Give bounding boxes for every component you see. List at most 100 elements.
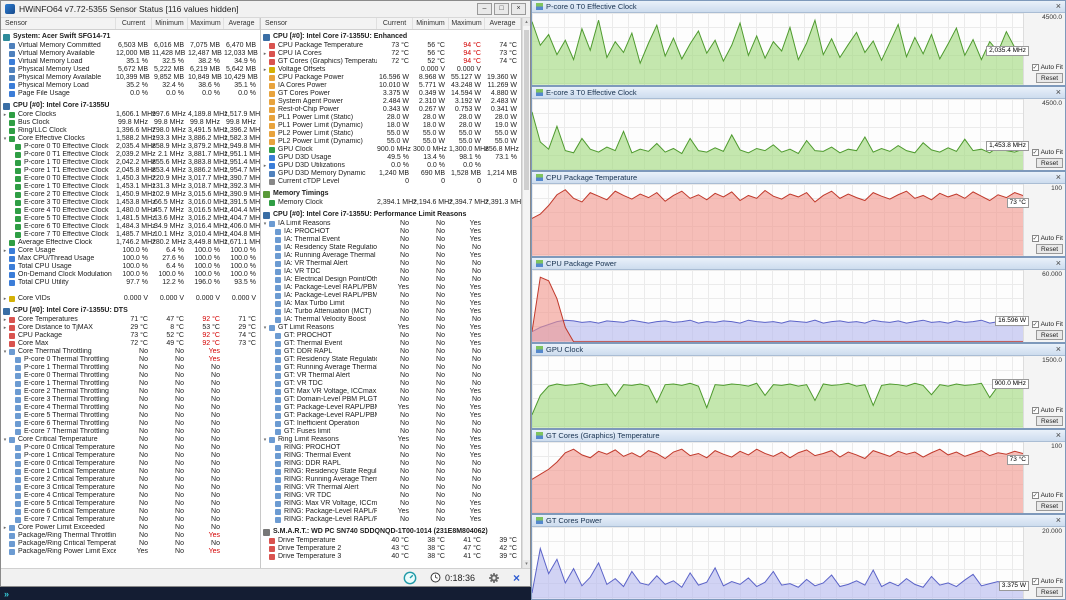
sensor-row[interactable]: E-core 3 Thermal Throttling No No No bbox=[1, 396, 260, 404]
sensor-row[interactable]: GT: Package-Level RAPL/PBM PL2 No No Yes bbox=[261, 412, 521, 420]
sensor-section-header[interactable]: S.M.A.R.T.: WD PC SN740 SDDQNQD-1T00-101… bbox=[261, 527, 521, 537]
sensor-row[interactable]: RING: Thermal Event No No Yes bbox=[261, 452, 521, 460]
sensor-row[interactable]: RING: VR Thermal Alert No No No bbox=[261, 484, 521, 492]
scroll-up-arrow[interactable]: ▴ bbox=[523, 18, 530, 26]
graph-titlebar[interactable]: P-core 0 T0 Effective Clock × bbox=[532, 1, 1065, 13]
settings-gear-icon[interactable] bbox=[488, 572, 500, 584]
autofit-control[interactable]: ✓ Auto Fit bbox=[1031, 406, 1063, 414]
expander-icon[interactable]: ▸ bbox=[1, 111, 9, 119]
sensor-row[interactable]: ▸ Core VIDs 0.000 V 0.000 V 0.000 V 0.000 V bbox=[1, 295, 260, 303]
sensor-row[interactable]: Physical Memory Used 5,672 MB 5,222 MB 6,21… bbox=[1, 66, 260, 74]
sensor-row[interactable]: Physical Memory Load 35.2 % 32.4 % 38.6 % 35… bbox=[1, 82, 260, 90]
sensor-row[interactable]: IA: VR TDC No No No bbox=[261, 268, 521, 276]
sensor-row[interactable]: IA: VR Thermal Alert No No No bbox=[261, 260, 521, 268]
sensor-section-header[interactable]: Memory Timings bbox=[261, 189, 521, 199]
reset-button[interactable]: Reset bbox=[1036, 415, 1063, 426]
sensor-row[interactable]: E-core 6 Critical Temperature No No No bbox=[1, 508, 260, 516]
sensor-row[interactable]: IA: Package-Level RAPL/PBM PL2 No No Yes bbox=[261, 292, 521, 300]
sensor-row[interactable]: Drive Temperature 40 °C 38 °C 41 °C 39 °C bbox=[261, 537, 521, 545]
sensor-row[interactable]: GT: Inefficient Operation No No No bbox=[261, 420, 521, 428]
sensor-row[interactable]: RING: Package-Level RAPL/PBM PL2 No No Yes bbox=[261, 516, 521, 524]
graph-titlebar[interactable]: E-core 3 T0 Effective Clock × bbox=[532, 86, 1065, 99]
close-icon[interactable]: × bbox=[1056, 259, 1061, 268]
sensor-row[interactable]: Average Effective Clock 1,746.2 MHz 280.2 … bbox=[1, 239, 260, 247]
sensor-row[interactable]: GT: VR TDC No No No bbox=[261, 380, 521, 388]
expander-icon[interactable]: ▸ bbox=[1, 524, 9, 532]
sensor-row[interactable]: RING: Package-Level RAPL/PBM PL1 Yes No Yes bbox=[261, 508, 521, 516]
close-icon[interactable]: × bbox=[1056, 2, 1061, 11]
sensor-row[interactable]: GPU D3D Memory Dynamic 1,240 MB 690 MB 1,52… bbox=[261, 170, 521, 178]
taskbar[interactable]: » bbox=[0, 587, 531, 600]
graph-titlebar[interactable]: GT Cores Power × bbox=[532, 515, 1065, 528]
close-icon[interactable]: × bbox=[1056, 430, 1061, 440]
column-header-sensor[interactable]: Sensor bbox=[261, 18, 377, 29]
sensor-row[interactable]: GPU D3D Usage 49.5 % 13.4 % 98.1 % 73.1 % bbox=[261, 154, 521, 162]
sensor-row[interactable]: Max CPU/Thread Usage 100.0 % 27.6 % 100.0 %… bbox=[1, 255, 260, 263]
close-icon[interactable]: × bbox=[1056, 87, 1061, 97]
sensor-row[interactable]: E-core 0 Critical Temperature No No No bbox=[1, 460, 260, 468]
autofit-checkbox[interactable]: ✓ bbox=[1031, 235, 1039, 243]
sensor-row[interactable]: E-core 2 Thermal Throttling No No No bbox=[1, 388, 260, 396]
sensor-row[interactable]: Virtual Memory Load 35.1 % 32.5 % 38.2 % 34.… bbox=[1, 58, 260, 66]
sensor-row[interactable]: PL2 Power Limit (Dynamic) 55.0 W 55.0 W 55.… bbox=[261, 138, 521, 146]
graph-titlebar[interactable]: CPU Package Temperature × bbox=[532, 172, 1065, 185]
sensor-row[interactable]: RING: PROCHOT No No Yes bbox=[261, 444, 521, 452]
sensor-row[interactable]: GT: Max VR Voltage, ICCmax, PL4 No No Yes bbox=[261, 388, 521, 396]
sensor-row[interactable]: IA: Package-Level RAPL/PBM PL1 Yes No Yes bbox=[261, 284, 521, 292]
column-header-minimum[interactable]: Minimum bbox=[413, 18, 449, 29]
sensor-row[interactable]: ▸ Core Temperatures 71 °C 47 °C 92 °C 71 °C bbox=[1, 316, 260, 324]
close-icon[interactable]: × bbox=[1056, 173, 1061, 182]
sensor-row[interactable]: IA: Electrical Design Point/Other No No No bbox=[261, 276, 521, 284]
expander-icon[interactable]: ▸ bbox=[1, 316, 9, 324]
sensor-row[interactable]: GT: Package-Level RAPL/PBM PL1 Yes No Yes bbox=[261, 404, 521, 412]
minimize-button[interactable]: – bbox=[477, 3, 492, 15]
sensor-row[interactable]: P-core 0 Thermal Throttling No No Yes bbox=[1, 356, 260, 364]
sensor-row[interactable]: P-core 0 Critical Temperature No No No bbox=[1, 444, 260, 452]
expander-icon[interactable]: ▾ bbox=[1, 135, 9, 143]
sensor-row[interactable]: ▸ Core Usage 100.0 % 6.4 % 100.0 % 100.0 % bbox=[1, 247, 260, 255]
gauge-icon[interactable] bbox=[403, 571, 417, 585]
sensor-row[interactable]: GPU Clock 900.0 MHz 300.0 MHz 1,300.0 MHz 85… bbox=[261, 146, 521, 154]
sensor-row[interactable]: E-core 4 T0 Effective Clock 1,480.0 MHz 45… bbox=[1, 207, 260, 215]
sensor-row[interactable]: P-core 1 T1 Effective Clock 2,045.8 MHz 85… bbox=[1, 167, 260, 175]
sensor-row[interactable]: GT: Residency State Regulation No No No bbox=[261, 356, 521, 364]
sensor-row[interactable]: P-core 0 T0 Effective Clock 2,035.4 MHz 85… bbox=[1, 143, 260, 151]
sensor-row[interactable]: Package/Ring Thermal Throttling No No Yes bbox=[1, 532, 260, 540]
reset-button[interactable]: Reset bbox=[1036, 501, 1063, 512]
sensor-row[interactable]: On-Demand Clock Modulation 100.0 % 100.0 %… bbox=[1, 271, 260, 279]
autofit-control[interactable]: ✓ Auto Fit bbox=[1031, 320, 1063, 328]
autofit-checkbox[interactable]: ✓ bbox=[1031, 149, 1039, 157]
expander-icon[interactable]: ▾ bbox=[261, 220, 269, 228]
sensor-row[interactable]: ▾ Ring Limit Reasons Yes No Yes bbox=[261, 436, 521, 444]
sensor-row[interactable]: GT: Fuses limit No No No bbox=[261, 428, 521, 436]
sensor-row[interactable]: Drive Temperature 2 43 °C 38 °C 47 °C 42 °C bbox=[261, 545, 521, 553]
sensor-row[interactable]: Physical Memory Available 10,399 MB 9,852 … bbox=[1, 74, 260, 82]
sensor-row[interactable]: Core Max 72 °C 49 °C 92 °C 73 °C bbox=[1, 340, 260, 348]
reset-button[interactable]: Reset bbox=[1036, 587, 1063, 598]
autofit-checkbox[interactable]: ✓ bbox=[1031, 63, 1039, 71]
sensor-row[interactable]: System Agent Power 2.484 W 2.310 W 3.192 W 2… bbox=[261, 98, 521, 106]
sensor-row[interactable]: GT: Thermal Event No No Yes bbox=[261, 340, 521, 348]
sensor-row[interactable]: GT: DDR RAPL No No No bbox=[261, 348, 521, 356]
autofit-control[interactable]: ✓ Auto Fit bbox=[1031, 235, 1063, 243]
reset-button[interactable]: Reset bbox=[1036, 158, 1063, 169]
sensor-row[interactable]: ▾ Core Critical Temperature No No No bbox=[1, 436, 260, 444]
sensor-row[interactable]: P-core 0 T1 Effective Clock 2,039.2 MHz 2.… bbox=[1, 151, 260, 159]
sensor-row[interactable]: RING: Running Average Thermal Limit No No N… bbox=[261, 476, 521, 484]
sensor-row[interactable]: E-core 0 T0 Effective Clock 1,450.3 MHz 22… bbox=[1, 175, 260, 183]
column-header-average[interactable]: Average bbox=[485, 18, 521, 29]
close-icon[interactable]: × bbox=[1056, 516, 1061, 525]
sensor-row[interactable]: E-core 5 T0 Effective Clock 1,481.5 MHz 13… bbox=[1, 215, 260, 223]
autofit-control[interactable]: ✓ Auto Fit bbox=[1031, 492, 1063, 500]
reset-button[interactable]: Reset bbox=[1036, 329, 1063, 340]
sensor-row[interactable]: Memory Clock 2,394.1 MHz 2,194.6 MHz 2,394.… bbox=[261, 199, 521, 207]
sensor-row[interactable]: E-core 6 T0 Effective Clock 1,484.3 MHz 34… bbox=[1, 223, 260, 231]
sensor-row[interactable]: PL1 Power Limit (Static) 28.0 W 28.0 W 28.0… bbox=[261, 114, 521, 122]
sensor-row[interactable]: ▸ Voltage Offsets 0.000 V 0.000 V bbox=[261, 66, 521, 74]
sensor-row[interactable]: E-core 5 Critical Temperature No No No bbox=[1, 500, 260, 508]
sensor-section-header[interactable]: System: Acer Swift SFG14-71 bbox=[1, 32, 260, 42]
sensor-row[interactable]: RING: DDR RAPL No No No bbox=[261, 460, 521, 468]
column-header-sensor[interactable]: Sensor bbox=[1, 18, 116, 29]
sensor-row[interactable]: GT: Domain-Level PBM PLGT No No No bbox=[261, 396, 521, 404]
sensor-row[interactable]: GT: VR Thermal Alert No No No bbox=[261, 372, 521, 380]
